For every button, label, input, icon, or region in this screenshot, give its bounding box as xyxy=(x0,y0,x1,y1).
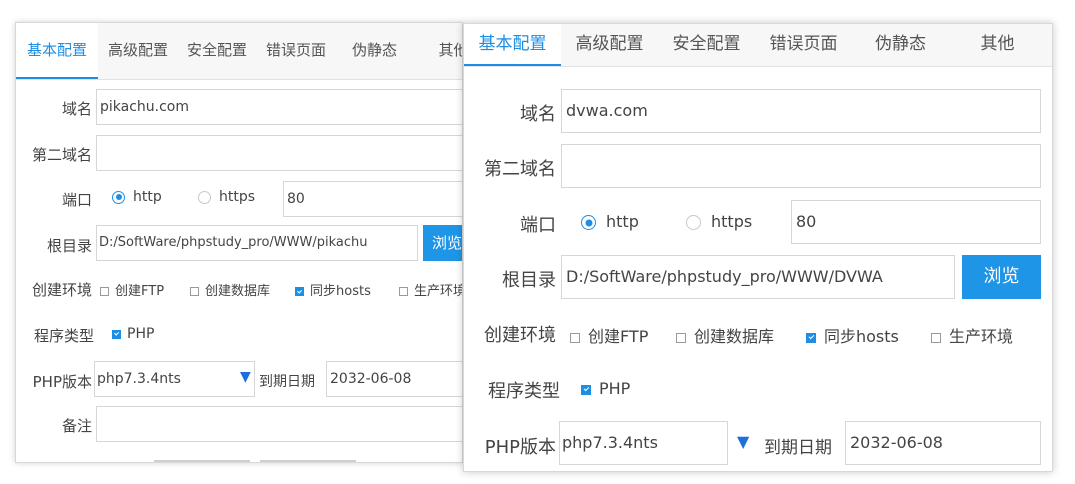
domain-input[interactable]: pikachu.com xyxy=(96,89,462,125)
root-dir-input[interactable]: D:/SoftWare/phpstudy_pro/WWW/pikachu xyxy=(96,225,418,261)
checkbox-create-ftp-label: 创建FTP xyxy=(588,327,649,346)
checkbox-create-database-label: 创建数据库 xyxy=(205,284,271,299)
checkbox-php-box xyxy=(581,384,591,395)
config-tabs: 基本配置 高级配置 安全配置 错误页面 伪静态 其他 xyxy=(16,23,462,80)
radio-https[interactable]: https xyxy=(198,189,255,205)
radio-https-label: https xyxy=(219,189,256,205)
checkbox-sync-hosts-box xyxy=(295,287,304,296)
tab-other[interactable]: 其他 xyxy=(949,24,1046,66)
radio-https-indicator xyxy=(198,190,211,204)
port-input[interactable]: 80 xyxy=(791,200,1041,244)
checkbox-create-ftp[interactable]: 创建FTP xyxy=(570,323,648,347)
tab-other[interactable]: 其他 xyxy=(414,23,462,79)
create-env-label: 创建环境 xyxy=(31,281,92,299)
program-type-label: 程序类型 xyxy=(488,381,560,402)
button-edge xyxy=(260,460,356,462)
radio-http[interactable]: http xyxy=(581,212,639,231)
radio-https-indicator xyxy=(686,215,701,230)
button-edge xyxy=(154,460,250,462)
root-dir-input[interactable]: D:/SoftWare/phpstudy_pro/WWW/DVWA xyxy=(561,255,955,299)
expire-date-label: 到期日期 xyxy=(259,374,315,390)
note-input[interactable] xyxy=(96,406,462,442)
tab-error-pages[interactable]: 错误页面 xyxy=(755,24,852,66)
second-domain-label: 第二域名 xyxy=(484,159,556,180)
tab-security-config[interactable]: 安全配置 xyxy=(658,24,755,66)
php-version-label: PHP版本 xyxy=(484,437,556,458)
checkbox-create-ftp-label: 创建FTP xyxy=(115,284,165,299)
checkbox-production-env-box xyxy=(399,287,408,296)
chevron-down-icon[interactable]: ▼ xyxy=(240,369,251,385)
tab-security-config[interactable]: 安全配置 xyxy=(177,23,256,79)
checkbox-sync-hosts-label: 同步hosts xyxy=(310,284,371,299)
tab-advanced-config[interactable]: 高级配置 xyxy=(98,23,177,79)
site-config-dialog-pikachu: 基本配置 高级配置 安全配置 错误页面 伪静态 其他 域名 pikachu.co… xyxy=(15,22,463,463)
checkbox-php[interactable]: PHP xyxy=(112,326,154,342)
radio-http-label: http xyxy=(133,189,162,205)
create-env-label: 创建环境 xyxy=(484,325,556,346)
port-input[interactable]: 80 xyxy=(283,181,462,217)
chevron-down-icon[interactable]: ▼ xyxy=(737,432,749,451)
tab-rewrite[interactable]: 伪静态 xyxy=(335,23,414,79)
domain-input[interactable]: dvwa.com xyxy=(561,89,1041,133)
checkbox-create-ftp-box xyxy=(570,332,580,343)
radio-https[interactable]: https xyxy=(686,212,752,231)
radio-http-label: http xyxy=(606,212,639,231)
checkbox-create-ftp-box xyxy=(100,287,109,296)
checkbox-create-database-label: 创建数据库 xyxy=(694,327,775,346)
port-label: 端口 xyxy=(520,215,556,236)
checkbox-production-env[interactable]: 生产环境 xyxy=(399,280,463,299)
program-type-label: 程序类型 xyxy=(33,327,94,345)
checkbox-production-env-label: 生产环境 xyxy=(414,284,463,299)
second-domain-input[interactable] xyxy=(96,135,462,171)
root-dir-label: 根目录 xyxy=(502,270,556,291)
checkbox-create-ftp[interactable]: 创建FTP xyxy=(100,280,164,299)
checkbox-php-box xyxy=(112,329,121,339)
domain-label: 域名 xyxy=(520,104,556,125)
checkbox-sync-hosts-box xyxy=(806,332,816,343)
checkbox-create-database[interactable]: 创建数据库 xyxy=(190,280,270,299)
port-label: 端口 xyxy=(61,191,92,209)
checkbox-php[interactable]: PHP xyxy=(581,379,630,398)
checkbox-production-env-box xyxy=(931,332,941,343)
radio-http[interactable]: http xyxy=(112,189,162,205)
checkbox-production-env-label: 生产环境 xyxy=(949,327,1014,346)
radio-http-indicator xyxy=(581,215,596,230)
expire-date-input[interactable]: 2032-06-08 xyxy=(326,361,462,397)
domain-label: 域名 xyxy=(61,100,92,118)
root-dir-label: 根目录 xyxy=(46,237,92,255)
tab-basic-config[interactable]: 基本配置 xyxy=(16,23,98,79)
radio-http-indicator xyxy=(112,190,125,204)
radio-https-label: https xyxy=(711,212,753,231)
checkbox-production-env[interactable]: 生产环境 xyxy=(931,323,1013,347)
checkbox-create-database-box xyxy=(676,332,686,343)
checkbox-create-database[interactable]: 创建数据库 xyxy=(676,323,774,347)
checkbox-sync-hosts-label: 同步hosts xyxy=(824,327,899,346)
php-version-select[interactable]: php7.3.4nts xyxy=(559,421,728,465)
note-label: 备注 xyxy=(61,417,92,435)
browse-button[interactable]: 浏览 xyxy=(962,255,1041,299)
checkbox-php-label: PHP xyxy=(127,326,155,342)
config-tabs: 基本配置 高级配置 安全配置 错误页面 伪静态 其他 xyxy=(464,24,1052,67)
tab-error-pages[interactable]: 错误页面 xyxy=(256,23,335,79)
checkbox-sync-hosts[interactable]: 同步hosts xyxy=(295,280,371,299)
checkbox-create-database-box xyxy=(190,287,199,296)
tab-basic-config[interactable]: 基本配置 xyxy=(464,24,561,66)
php-version-label: PHP版本 xyxy=(32,373,92,391)
checkbox-sync-hosts[interactable]: 同步hosts xyxy=(806,323,899,347)
browse-button[interactable]: 浏览 xyxy=(423,225,462,261)
php-version-select[interactable]: php7.3.4nts xyxy=(94,361,255,397)
expire-date-label: 到期日期 xyxy=(764,438,832,458)
tab-rewrite[interactable]: 伪静态 xyxy=(852,24,949,66)
checkbox-php-label: PHP xyxy=(599,379,631,398)
expire-date-input[interactable]: 2032-06-08 xyxy=(845,421,1041,465)
second-domain-label: 第二域名 xyxy=(31,146,92,164)
second-domain-input[interactable] xyxy=(561,144,1041,188)
tab-advanced-config[interactable]: 高级配置 xyxy=(561,24,658,66)
site-config-dialog-dvwa: 基本配置 高级配置 安全配置 错误页面 伪静态 其他 域名 dvwa.com 第… xyxy=(463,23,1053,472)
